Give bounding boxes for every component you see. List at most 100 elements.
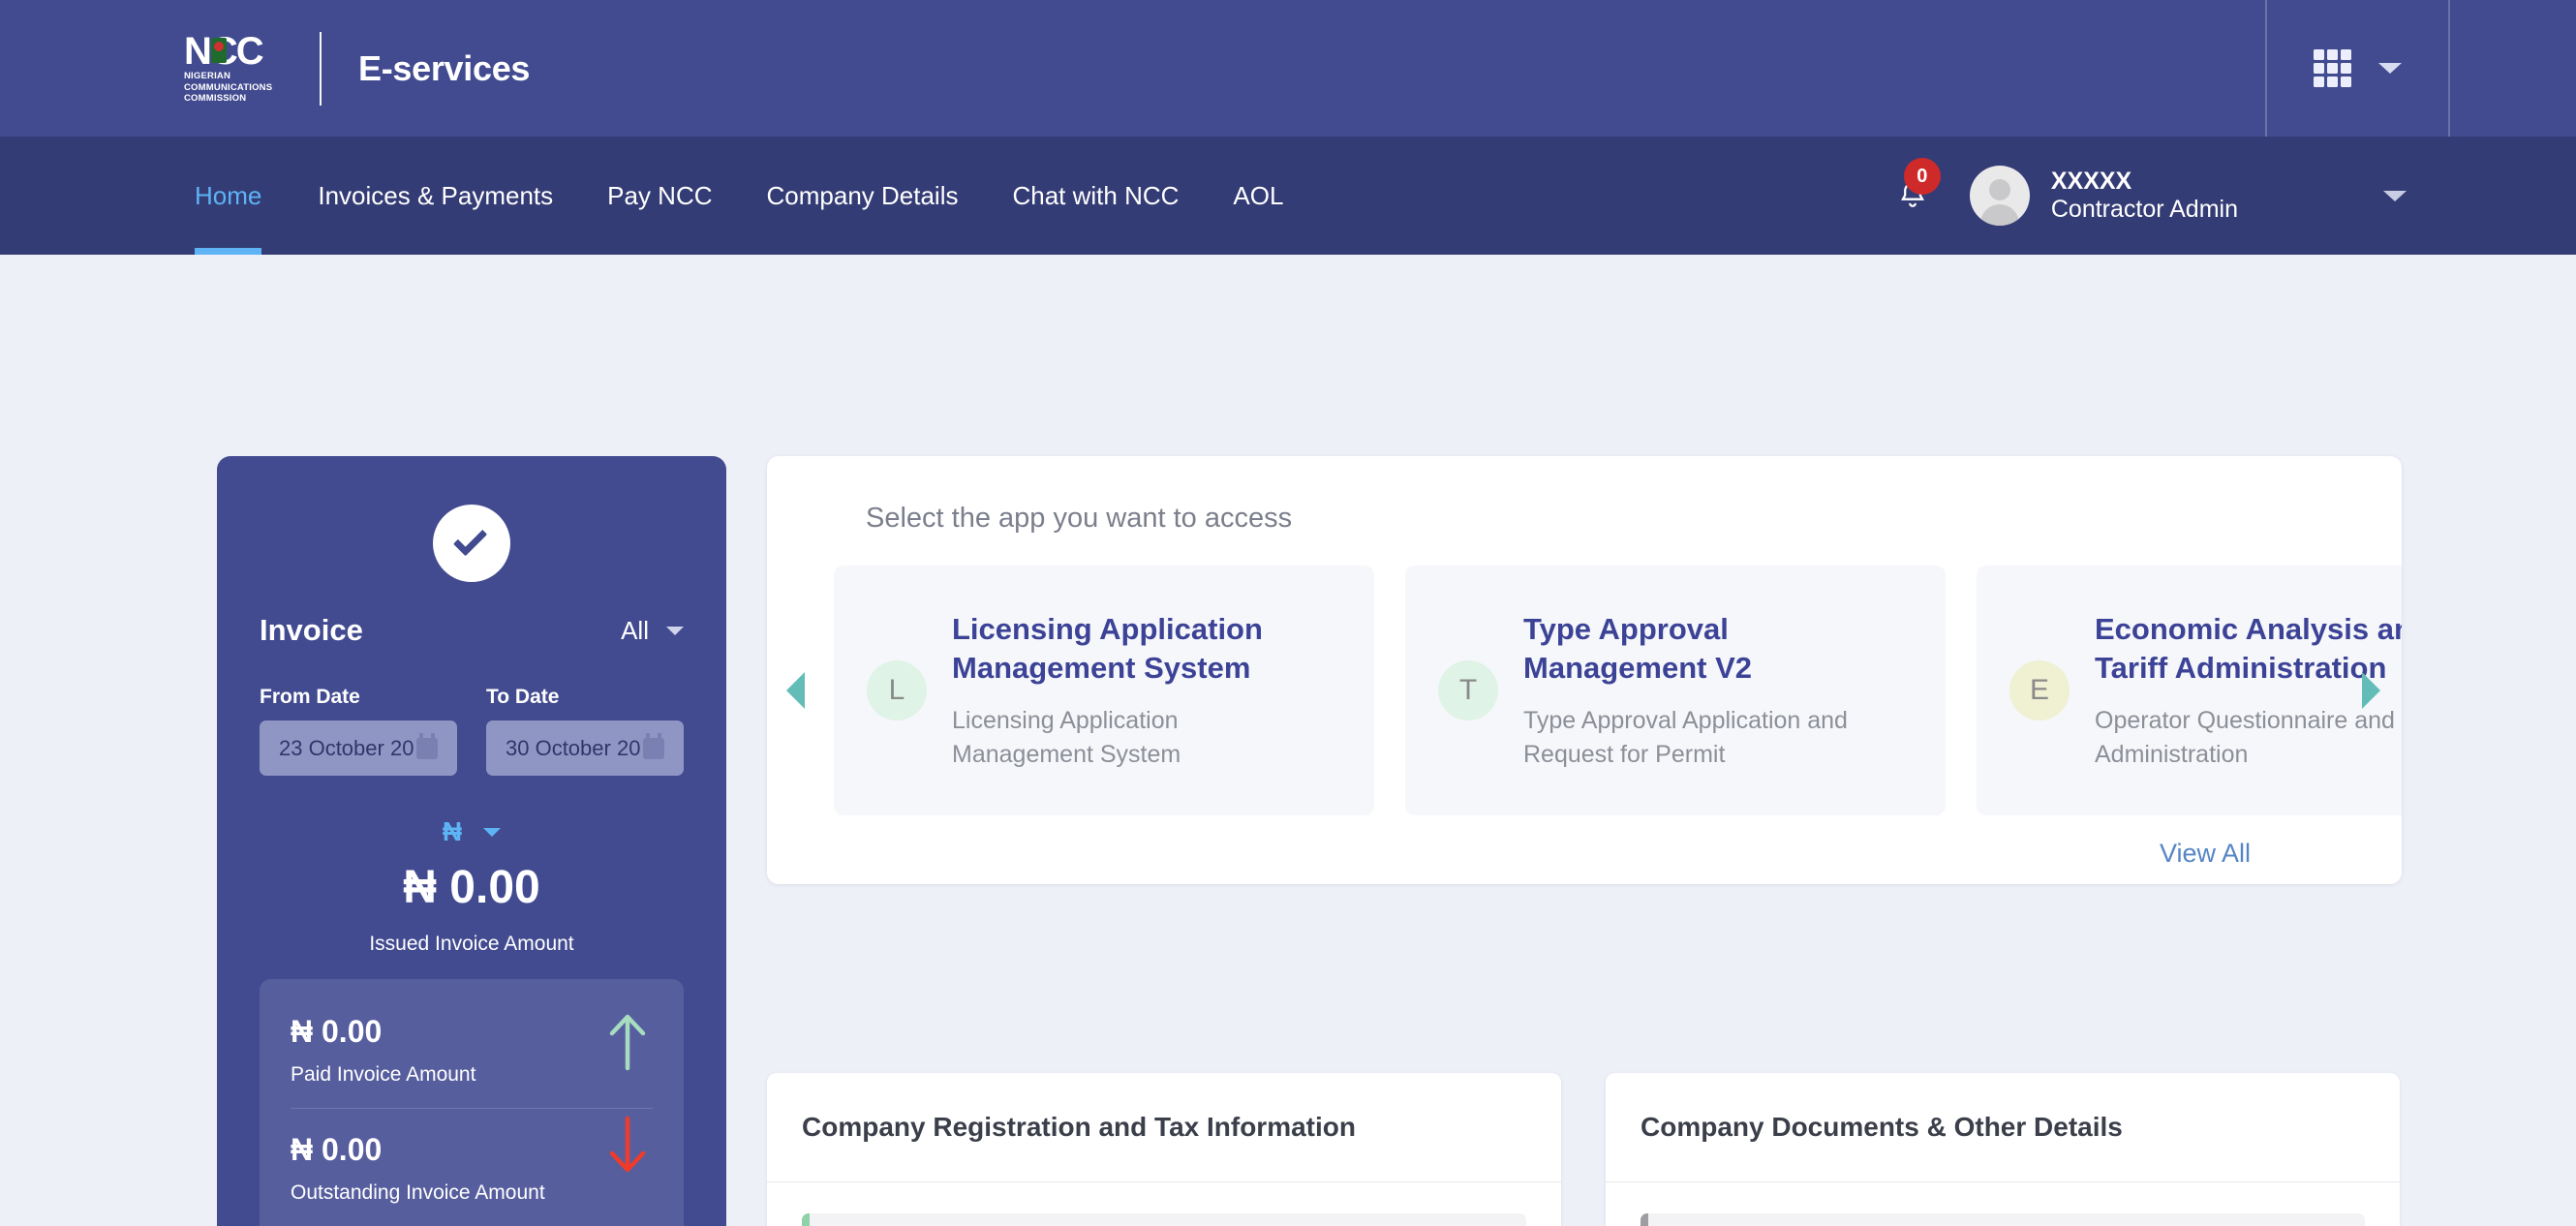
ncc-logo-sub-1: NIGERIAN (184, 71, 231, 82)
app-card-licensing[interactable]: L Licensing Application Management Syste… (834, 566, 1374, 815)
company-documents-body: OFFICIAL DOCUMENTS 0 Verified Documents (1606, 1182, 2400, 1226)
app-card-desc: Operator Questionnaire and Administratio… (2095, 704, 2402, 771)
carousel-next-arrow-icon[interactable] (2362, 672, 2380, 709)
app-selector-panel: Select the app you want to access L Lice… (767, 456, 2402, 884)
app-card-name-line1: Licensing Application (952, 611, 1263, 646)
user-role: Contractor Admin (2050, 196, 2238, 223)
company-registration-title: Company Registration and Tax Information (767, 1073, 1561, 1182)
notification-count-badge: 0 (1903, 158, 1941, 195)
app-avatar-icon: T (1438, 660, 1498, 720)
apps-zone (2265, 0, 2576, 137)
app-card-desc-line2: Administration (2095, 740, 2249, 768)
invoice-filter-value: All (621, 615, 649, 645)
company-documents-card: Company Documents & Other Details OFFICI… (1606, 1073, 2400, 1226)
paid-invoice-row: ₦ 0.00 Paid Invoice Amount (291, 1004, 653, 1108)
app-card-desc-line2: Request for Permit (1523, 740, 1726, 768)
outstanding-invoice-row: ₦ 0.00 Outstanding Invoice Amount (291, 1108, 653, 1226)
app-card-desc-line1: Type Approval Application and (1523, 707, 1848, 735)
nav-item-company-details[interactable]: Company Details (740, 137, 986, 255)
nav-items: Home Invoices & Payments Pay NCC Company… (195, 137, 1310, 255)
nav-right-cluster: 0 XXXXX Contractor Admin (1896, 158, 2407, 226)
paid-invoice-amount-label: Paid Invoice Amount (291, 1063, 476, 1086)
app-card-text: Licensing Application Management System … (952, 610, 1263, 771)
user-menu[interactable]: XXXXX Contractor Admin (2051, 168, 2238, 225)
apps-switcher-button[interactable] (2267, 0, 2448, 137)
currency-symbol: ₦ (442, 816, 463, 846)
calendar-icon (643, 732, 664, 759)
to-date-input[interactable]: 30 October 20 (486, 720, 684, 776)
company-registration-body: VERIFIED CAC Registration No: 00000 Comp… (767, 1182, 1561, 1226)
chevron-down-icon (2378, 63, 2402, 74)
paid-invoice-amount-value: ₦ 0.00 (291, 1014, 383, 1049)
to-date-value: 30 October 20 (506, 735, 641, 760)
app-carousel: L Licensing Application Management Syste… (767, 566, 2402, 815)
from-date-input[interactable]: 23 October 20 (260, 720, 457, 776)
invoice-amount-breakdown: ₦ 0.00 Paid Invoice Amount ₦ 0.00 Outsta… (260, 979, 684, 1226)
nav-item-aol[interactable]: AOL (1206, 137, 1310, 255)
user-name: XXXXX (2050, 167, 2132, 195)
page-body: Invoice All From Date 23 October 20 To D… (0, 255, 2576, 1226)
cac-registration-row[interactable]: VERIFIED CAC Registration No: 00000 Comp… (802, 1213, 1526, 1226)
app-card-name-line2: Management V2 (1523, 650, 1753, 685)
ncc-logo-text: NCC (184, 32, 277, 71)
app-card-name-line2: Management System (952, 650, 1251, 685)
app-avatar-icon: L (867, 660, 927, 720)
from-date-group: From Date 23 October 20 (260, 686, 457, 776)
check-circle-icon (433, 505, 510, 582)
brand[interactable]: NCC NIGERIAN COMMUNICATIONS COMMISSION E… (184, 0, 530, 137)
avatar-head-icon (1988, 179, 2010, 200)
header-right-pad (2450, 0, 2576, 137)
to-date-group: To Date 30 October 20 (486, 686, 684, 776)
issued-invoice-amount-label: Issued Invoice Amount (369, 933, 574, 955)
app-card-text: Type Approval Management V2 Type Approva… (1523, 610, 1848, 771)
calendar-icon (416, 732, 438, 759)
invoice-card-title: Invoice (260, 613, 363, 647)
app-selector-title: Select the app you want to access (866, 503, 1293, 534)
user-menu-chevron-down-icon[interactable] (2383, 190, 2407, 201)
company-registration-card: Company Registration and Tax Information… (767, 1073, 1561, 1226)
nav-item-chat-with-ncc[interactable]: Chat with NCC (985, 137, 1206, 255)
brand-divider (320, 31, 322, 106)
from-date-value: 23 October 20 (279, 735, 414, 760)
chevron-down-icon (666, 626, 684, 635)
nav-item-home[interactable]: Home (195, 137, 291, 255)
view-all-link[interactable]: View All (2160, 839, 2251, 869)
company-documents-title: Company Documents & Other Details (1606, 1073, 2400, 1182)
outstanding-invoice-amount-value: ₦ 0.00 (291, 1132, 383, 1167)
avatar (1969, 166, 2030, 226)
currency-selector[interactable]: ₦ (217, 816, 726, 847)
app-card-desc-line1: Licensing Application (952, 707, 1179, 735)
main-navbar: Home Invoices & Payments Pay NCC Company… (0, 137, 2576, 255)
check-mark-icon (452, 522, 488, 557)
invoice-summary-card: Invoice All From Date 23 October 20 To D… (217, 456, 726, 1226)
official-documents-row[interactable]: OFFICIAL DOCUMENTS 0 Verified Documents (1641, 1213, 2365, 1226)
ncc-logo-icon: NCC NIGERIAN COMMUNICATIONS COMMISSION (184, 32, 277, 105)
app-card-type-approval[interactable]: T Type Approval Management V2 Type Appro… (1405, 566, 1946, 815)
from-date-label: From Date (260, 686, 360, 708)
app-card-name: Type Approval Management V2 (1523, 610, 1848, 687)
app-card-economic-analysis[interactable]: E Economic Analysis and Tariff Administr… (1977, 566, 2402, 815)
invoice-filter-dropdown[interactable]: All (621, 616, 684, 646)
app-card-name: Licensing Application Management System (952, 610, 1263, 687)
nav-item-pay-ncc[interactable]: Pay NCC (580, 137, 739, 255)
arrow-down-icon (609, 1116, 646, 1173)
app-title: E-services (358, 47, 531, 88)
app-card-desc: Licensing Application Management System (952, 704, 1263, 771)
grid-apps-icon (2314, 49, 2351, 87)
notifications-button[interactable]: 0 (1896, 158, 1941, 212)
invoice-date-range: From Date 23 October 20 To Date 30 Octob… (260, 686, 684, 776)
avatar-body-icon (1979, 204, 2019, 226)
ncc-logo-sub-2: COMMUNICATIONS (184, 81, 273, 93)
outstanding-invoice-amount-label: Outstanding Invoice Amount (291, 1181, 545, 1204)
top-header: NCC NIGERIAN COMMUNICATIONS COMMISSION E… (0, 0, 2576, 137)
carousel-prev-arrow-icon[interactable] (786, 672, 805, 709)
app-card-text: Economic Analysis and Tariff Administrat… (2095, 610, 2402, 771)
nav-item-invoices-payments[interactable]: Invoices & Payments (291, 137, 580, 255)
app-avatar-icon: E (2009, 660, 2070, 720)
chevron-down-icon (483, 827, 502, 837)
app-card-desc: Type Approval Application and Request fo… (1523, 704, 1848, 771)
ncc-logo-sub-3: COMMISSION (184, 93, 247, 105)
invoice-card-header: Invoice All (260, 613, 684, 648)
app-card-desc-line2: Management System (952, 740, 1181, 768)
app-card-name-line2: Tariff Administration (2095, 650, 2387, 685)
